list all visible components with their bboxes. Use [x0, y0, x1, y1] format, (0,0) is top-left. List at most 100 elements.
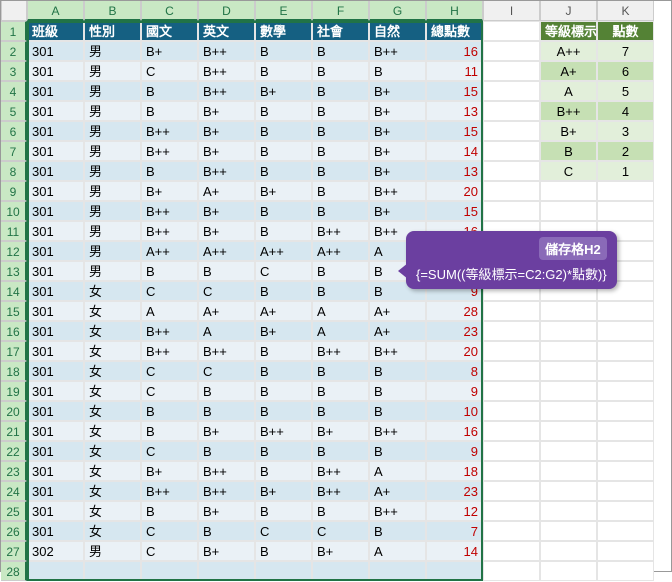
row-header[interactable]: 6	[1, 121, 27, 141]
cell[interactable]	[483, 21, 540, 41]
cell[interactable]: 301	[27, 121, 84, 141]
col-header[interactable]: A	[27, 1, 84, 21]
cell[interactable]: 301	[27, 401, 84, 421]
cell[interactable]: 16	[426, 41, 483, 61]
cell[interactable]: B++	[141, 481, 198, 501]
cell[interactable]: B+	[198, 141, 255, 161]
row-header[interactable]: 19	[1, 381, 27, 401]
cell[interactable]: 女	[84, 361, 141, 381]
cell[interactable]: A++	[255, 241, 312, 261]
header-cell[interactable]: 總點數	[426, 21, 483, 41]
cell[interactable]: B+	[312, 421, 369, 441]
cell[interactable]: B	[255, 281, 312, 301]
cell[interactable]: B+	[198, 201, 255, 221]
cell[interactable]	[540, 341, 597, 361]
cell[interactable]: 301	[27, 441, 84, 461]
row-header[interactable]: 17	[1, 341, 27, 361]
cell[interactable]: 301	[27, 181, 84, 201]
cell[interactable]: B+	[198, 121, 255, 141]
col-header[interactable]: K	[597, 1, 654, 21]
cell[interactable]: B	[312, 201, 369, 221]
row-header[interactable]: 25	[1, 501, 27, 521]
cell[interactable]: B++	[312, 221, 369, 241]
cell[interactable]: 男	[84, 261, 141, 281]
header-cell[interactable]: 班級	[27, 21, 84, 41]
cell[interactable]: A+	[198, 181, 255, 201]
cell[interactable]: B	[255, 41, 312, 61]
cell[interactable]: B++	[198, 161, 255, 181]
cell[interactable]: B	[198, 261, 255, 281]
col-header[interactable]: B	[84, 1, 141, 21]
cell[interactable]: B	[312, 501, 369, 521]
row-header[interactable]: 13	[1, 261, 27, 281]
cell[interactable]: C	[141, 541, 198, 561]
cell[interactable]: 女	[84, 501, 141, 521]
cell[interactable]: 301	[27, 221, 84, 241]
cell[interactable]: B++	[312, 481, 369, 501]
cell[interactable]: B	[369, 521, 426, 541]
cell[interactable]: B	[141, 161, 198, 181]
cell[interactable]: 7	[426, 521, 483, 541]
cell[interactable]: A+	[369, 481, 426, 501]
cell[interactable]: 男	[84, 101, 141, 121]
header-cell[interactable]: 數學	[255, 21, 312, 41]
cell[interactable]	[597, 441, 654, 461]
legend-cell[interactable]: B	[540, 141, 597, 161]
cell[interactable]: C	[141, 61, 198, 81]
cell[interactable]	[540, 381, 597, 401]
cell[interactable]: C	[141, 281, 198, 301]
cell[interactable]: 男	[84, 121, 141, 141]
cell[interactable]: 301	[27, 501, 84, 521]
cell[interactable]: B	[198, 441, 255, 461]
cell[interactable]: B	[255, 141, 312, 161]
header-cell[interactable]: 英文	[198, 21, 255, 41]
cell[interactable]: 女	[84, 421, 141, 441]
row-header[interactable]: 18	[1, 361, 27, 381]
cell[interactable]	[483, 41, 540, 61]
cell[interactable]: 男	[84, 541, 141, 561]
row-header[interactable]: 12	[1, 241, 27, 261]
cell[interactable]: B	[312, 161, 369, 181]
cell[interactable]	[597, 361, 654, 381]
cell[interactable]: B	[312, 141, 369, 161]
cell[interactable]: B++	[198, 81, 255, 101]
cell[interactable]: A	[369, 461, 426, 481]
cell[interactable]: 女	[84, 521, 141, 541]
cell[interactable]: B+	[369, 141, 426, 161]
cell[interactable]: C	[141, 381, 198, 401]
cell[interactable]: C	[198, 281, 255, 301]
cell[interactable]: B++	[369, 501, 426, 521]
cell[interactable]: B+	[255, 321, 312, 341]
legend-header-cell[interactable]: 點數	[597, 21, 654, 41]
cell[interactable]: B++	[141, 321, 198, 341]
cell[interactable]: B++	[312, 461, 369, 481]
cell[interactable]	[198, 561, 255, 581]
row-header[interactable]: 23	[1, 461, 27, 481]
cell[interactable]: B	[255, 121, 312, 141]
cell[interactable]	[483, 321, 540, 341]
col-header[interactable]: E	[255, 1, 312, 21]
cell[interactable]: 15	[426, 121, 483, 141]
cell[interactable]: B+	[141, 41, 198, 61]
cell[interactable]: A++	[198, 241, 255, 261]
cell[interactable]: 14	[426, 141, 483, 161]
cell[interactable]: B	[255, 61, 312, 81]
cell[interactable]: 男	[84, 141, 141, 161]
col-header[interactable]: G	[369, 1, 426, 21]
header-cell[interactable]: 自然	[369, 21, 426, 41]
cell[interactable]: B	[369, 61, 426, 81]
cell[interactable]: B	[255, 161, 312, 181]
cell[interactable]: 男	[84, 181, 141, 201]
legend-cell[interactable]: 6	[597, 61, 654, 81]
cell[interactable]	[483, 521, 540, 541]
cell[interactable]: 301	[27, 421, 84, 441]
cell[interactable]: B	[255, 461, 312, 481]
cell[interactable]: 18	[426, 461, 483, 481]
cell[interactable]: B	[255, 401, 312, 421]
cell[interactable]: B	[255, 201, 312, 221]
cell[interactable]: 11	[426, 61, 483, 81]
cell[interactable]	[540, 521, 597, 541]
legend-cell[interactable]: B+	[540, 121, 597, 141]
cell[interactable]: 女	[84, 341, 141, 361]
cell[interactable]: B	[255, 341, 312, 361]
